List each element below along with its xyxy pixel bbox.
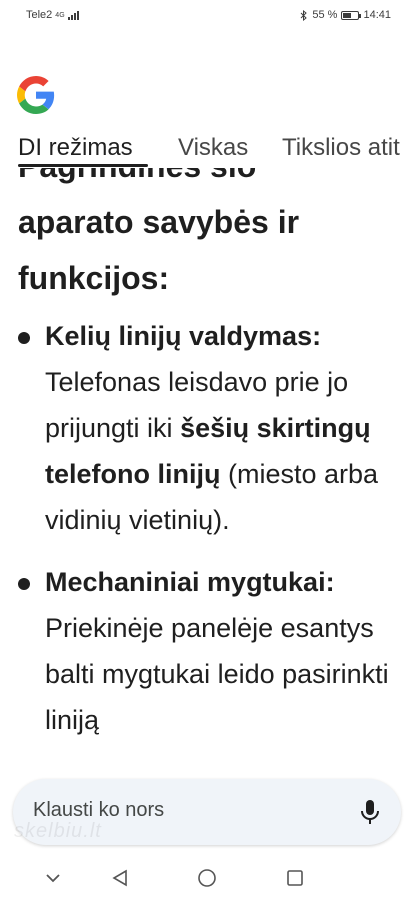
battery-fill xyxy=(343,12,352,18)
mic-icon[interactable] xyxy=(359,798,381,826)
tab-all[interactable]: Viskas xyxy=(178,134,248,162)
battery-icon xyxy=(341,10,362,20)
list-item: Kelių linijų valdymas: Telefonas leisdav… xyxy=(18,313,403,543)
tab-ai-mode[interactable]: DI režimas xyxy=(18,134,133,162)
status-right: 55 % 14:41 xyxy=(300,9,391,21)
active-tab-indicator xyxy=(18,164,148,167)
clock: 14:41 xyxy=(363,9,391,21)
section-heading: Pagrindinės šio aparato savybės ir funkc… xyxy=(18,168,398,306)
bullet-dot xyxy=(18,578,30,590)
recents-icon[interactable] xyxy=(282,865,308,891)
system-navigation-bar xyxy=(0,855,415,900)
list-item: Mechaniniai mygtukai: Priekinėje panelėj… xyxy=(18,559,403,743)
status-bar: Tele2 4G 55 % 14:41 xyxy=(0,0,415,30)
google-logo-icon[interactable] xyxy=(17,76,55,114)
ask-placeholder: Klausti ko nors xyxy=(33,799,165,821)
watermark: skelbiu.lt xyxy=(14,820,102,842)
heading-line-partial: Pagrindinės šio xyxy=(18,168,398,194)
search-mode-tabs: DI režimas Viskas Tikslios atit xyxy=(0,128,415,168)
tab-exact-match[interactable]: Tikslios atit xyxy=(282,134,400,162)
network-type: 4G xyxy=(55,11,65,19)
ai-answer-content: Pagrindinės šio aparato savybės ir funkc… xyxy=(0,168,415,765)
battery-percent: 55 % xyxy=(312,9,338,21)
features-list: Kelių linijų valdymas: Telefonas leisdav… xyxy=(18,313,403,759)
bullet-dot xyxy=(18,332,30,344)
chevron-down-icon[interactable] xyxy=(40,865,66,891)
signal-icon xyxy=(67,10,79,20)
bullet-title: Mechaniniai mygtukai: xyxy=(45,567,335,597)
status-left: Tele2 4G xyxy=(26,9,79,21)
bullet-title: Kelių linijų valdymas: xyxy=(45,321,322,351)
carrier-name: Tele2 xyxy=(26,9,53,21)
heading-line-3: funkcijos: xyxy=(18,260,170,296)
home-icon[interactable] xyxy=(194,865,220,891)
back-icon[interactable] xyxy=(107,865,133,891)
heading-line-2: aparato savybės ir xyxy=(18,204,300,240)
bluetooth-icon xyxy=(301,9,308,21)
